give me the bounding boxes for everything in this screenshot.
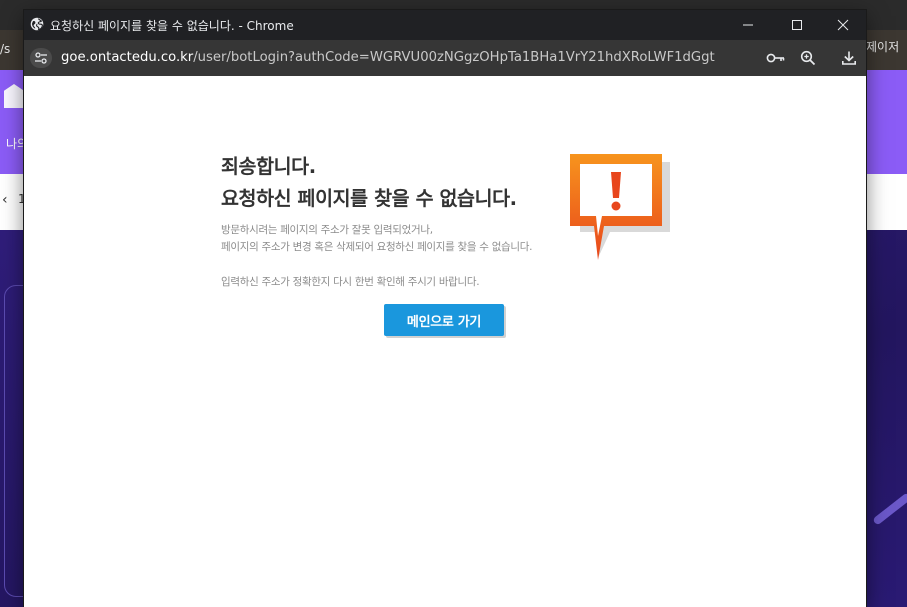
url-text[interactable]: goe.ontactedu.co.kr/user/botLogin?authCo… bbox=[61, 50, 715, 65]
zoom-button[interactable] bbox=[798, 48, 818, 68]
globe-icon bbox=[30, 17, 44, 31]
go-main-button[interactable]: 메인으로 가기 bbox=[384, 304, 504, 336]
error-heading-line1: 죄송합니다. bbox=[221, 155, 316, 178]
close-icon bbox=[837, 19, 849, 31]
site-info-button[interactable] bbox=[30, 48, 52, 68]
background-bookmark-text[interactable]: 제이저 bbox=[866, 38, 899, 55]
background-prev-arrow-icon[interactable]: ‹ bbox=[2, 192, 8, 208]
address-bar: goe.ontactedu.co.kr/user/botLogin?authCo… bbox=[24, 40, 866, 76]
background-tab-text[interactable]: /s bbox=[0, 42, 10, 56]
window-title: 요청하신 페이지를 찾을 수 없습니다. - Chrome bbox=[50, 19, 294, 33]
minimize-icon bbox=[743, 24, 753, 26]
zoom-icon bbox=[800, 50, 816, 66]
url-path: /user/botLogin?authCode=WGRVU00zNGgzOHpT… bbox=[193, 50, 715, 65]
error-description-line3: 입력하신 주소가 정확한지 다시 한번 확인해 주시기 바랍니다. bbox=[221, 276, 480, 288]
close-button[interactable] bbox=[833, 15, 853, 35]
error-page: 죄송합니다. 요청하신 페이지를 찾을 수 없습니다. 방문하시려는 페이지의 … bbox=[24, 76, 866, 607]
url-host: goe.ontactedu.co.kr bbox=[61, 50, 194, 65]
key-icon bbox=[766, 53, 785, 63]
error-heading-line2: 요청하신 페이지를 찾을 수 없습니다. bbox=[221, 187, 517, 210]
download-button[interactable] bbox=[839, 48, 859, 68]
error-description-line2: 페이지의 주소가 변경 혹은 삭제되어 요청하신 페이지를 찾을 수 없습니다. bbox=[221, 241, 533, 253]
maximize-button[interactable] bbox=[787, 15, 807, 35]
window-titlebar: 요청하신 페이지를 찾을 수 없습니다. - Chrome bbox=[24, 10, 866, 40]
minimize-button[interactable] bbox=[738, 15, 758, 35]
password-key-button[interactable] bbox=[766, 48, 786, 68]
popup-window: 요청하신 페이지를 찾을 수 없습니다. - Chrome goe.ontact… bbox=[24, 10, 866, 607]
maximize-icon bbox=[792, 20, 802, 30]
alert-speech-bubble-icon bbox=[570, 154, 670, 260]
error-description-line1: 방문하시려는 페이지의 주소가 잘못 입력되었거나, bbox=[221, 224, 433, 236]
download-icon bbox=[842, 51, 856, 65]
tune-icon bbox=[35, 52, 47, 64]
